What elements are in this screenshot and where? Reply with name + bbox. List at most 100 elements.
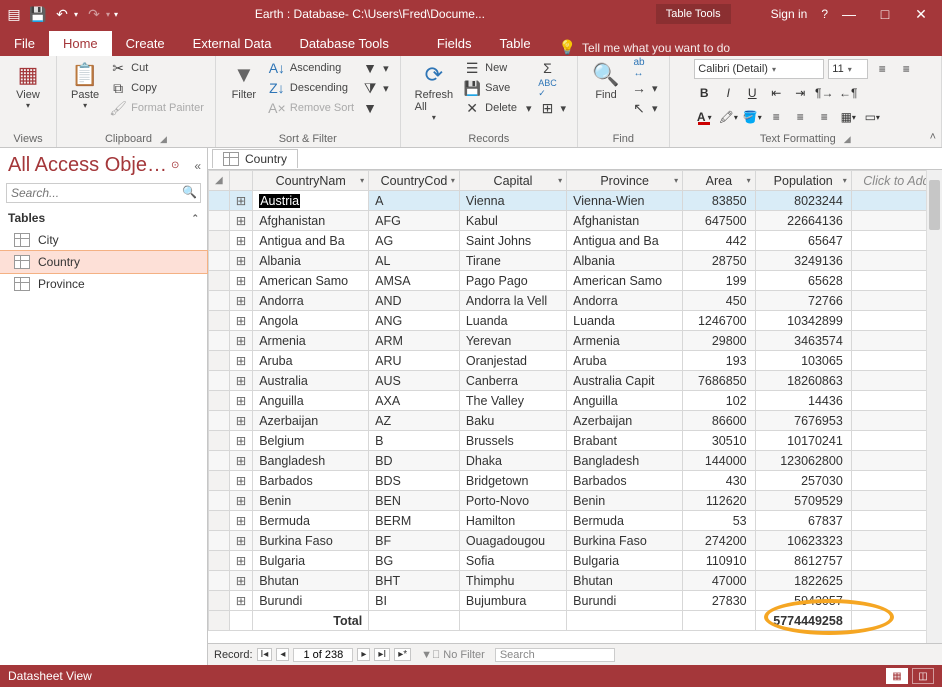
cell[interactable]: AXA bbox=[369, 391, 460, 411]
cell[interactable]: 29800 bbox=[683, 331, 755, 351]
cell[interactable]: Ouagadougou bbox=[459, 531, 566, 551]
row-selector[interactable] bbox=[209, 531, 230, 551]
shutter-bar-icon[interactable]: « bbox=[194, 159, 201, 173]
cell[interactable]: B bbox=[369, 431, 460, 451]
table-row[interactable]: ⊞ArmeniaARMYerevanArmenia298003463574 bbox=[209, 331, 942, 351]
row-selector[interactable] bbox=[209, 451, 230, 471]
column-header[interactable]: CountryCod▾ bbox=[369, 171, 460, 191]
row-selector[interactable] bbox=[209, 411, 230, 431]
decrease-indent-button[interactable]: ⇤ bbox=[766, 83, 786, 103]
nav-item-city[interactable]: City bbox=[0, 229, 207, 251]
last-record-button[interactable]: ▸I bbox=[374, 648, 390, 661]
row-selector[interactable] bbox=[209, 591, 230, 611]
expand-button[interactable]: ⊞ bbox=[229, 431, 252, 451]
cell[interactable]: Belgium bbox=[253, 431, 369, 451]
cell[interactable]: 112620 bbox=[683, 491, 755, 511]
cell[interactable]: Antigua and Ba bbox=[253, 231, 369, 251]
cell[interactable]: Albania bbox=[253, 251, 369, 271]
cell[interactable]: 450 bbox=[683, 291, 755, 311]
tab-table[interactable]: Table bbox=[486, 31, 545, 56]
expand-button[interactable]: ⊞ bbox=[229, 251, 252, 271]
cell[interactable]: Bujumbura bbox=[459, 591, 566, 611]
cell[interactable]: Bermuda bbox=[567, 511, 683, 531]
column-header[interactable]: CountryNam▾ bbox=[253, 171, 369, 191]
gridlines-button[interactable]: ▦▾ bbox=[838, 107, 858, 127]
cell[interactable]: BERM bbox=[369, 511, 460, 531]
expand-button[interactable]: ⊞ bbox=[229, 511, 252, 531]
table-row[interactable]: ⊞Antigua and BaAGSaint JohnsAntigua and … bbox=[209, 231, 942, 251]
column-header[interactable]: Province▾ bbox=[567, 171, 683, 191]
data-grid[interactable]: ◢ CountryNam▾CountryCod▾Capital▾Province▾… bbox=[208, 170, 942, 631]
cell[interactable]: Hamilton bbox=[459, 511, 566, 531]
cell[interactable]: Albania bbox=[567, 251, 683, 271]
copy-button[interactable]: ⧉Copy bbox=[107, 79, 207, 97]
cell[interactable]: Saint Johns bbox=[459, 231, 566, 251]
table-row[interactable]: ⊞AzerbaijanAZBakuAzerbaijan866007676953 bbox=[209, 411, 942, 431]
total-row[interactable]: Total 5774449258 bbox=[209, 611, 942, 631]
expand-button[interactable]: ⊞ bbox=[229, 231, 252, 251]
expand-button[interactable]: ⊞ bbox=[229, 591, 252, 611]
cell[interactable]: 5943057 bbox=[755, 591, 851, 611]
numbering-button[interactable]: ≡ bbox=[896, 59, 916, 79]
table-row[interactable]: ⊞BangladeshBDDhakaBangladesh144000123062… bbox=[209, 451, 942, 471]
select-all-header[interactable]: ◢ bbox=[209, 171, 230, 191]
dialog-launcher-icon[interactable]: ◢ bbox=[160, 134, 167, 145]
table-row[interactable]: ⊞BarbadosBDSBridgetownBarbados430257030 bbox=[209, 471, 942, 491]
datasheet[interactable]: ◢ CountryNam▾CountryCod▾Capital▾Province▾… bbox=[208, 170, 942, 643]
bullets-button[interactable]: ≡ bbox=[872, 59, 892, 79]
cell[interactable]: 83850 bbox=[683, 191, 755, 211]
expand-button[interactable]: ⊞ bbox=[229, 311, 252, 331]
expand-button[interactable]: ⊞ bbox=[229, 191, 252, 211]
dialog-launcher-icon[interactable]: ◢ bbox=[844, 134, 851, 145]
cell[interactable]: Austria bbox=[253, 191, 369, 211]
row-selector[interactable] bbox=[209, 251, 230, 271]
cell[interactable]: 65647 bbox=[755, 231, 851, 251]
collapse-ribbon-icon[interactable]: ˄ bbox=[930, 131, 936, 143]
cell[interactable]: 10623323 bbox=[755, 531, 851, 551]
cell[interactable]: BDS bbox=[369, 471, 460, 491]
cell[interactable]: Andorra bbox=[253, 291, 369, 311]
cell[interactable]: Azerbaijan bbox=[567, 411, 683, 431]
cell[interactable]: Barbados bbox=[253, 471, 369, 491]
row-selector[interactable] bbox=[209, 371, 230, 391]
cell[interactable]: 14436 bbox=[755, 391, 851, 411]
cell[interactable]: Dhaka bbox=[459, 451, 566, 471]
advanced-filter-button[interactable]: ⧩▾ bbox=[359, 79, 392, 97]
cell[interactable]: Tirane bbox=[459, 251, 566, 271]
nav-item-province[interactable]: Province bbox=[0, 273, 207, 295]
tab-external-data[interactable]: External Data bbox=[179, 31, 286, 56]
cell[interactable]: Sofia bbox=[459, 551, 566, 571]
cell[interactable]: BEN bbox=[369, 491, 460, 511]
cell[interactable]: 86600 bbox=[683, 411, 755, 431]
cell[interactable]: 10342899 bbox=[755, 311, 851, 331]
fill-color-button[interactable]: 🪣▾ bbox=[742, 107, 762, 127]
minimize-button[interactable]: ― bbox=[840, 6, 858, 22]
cell[interactable]: Thimphu bbox=[459, 571, 566, 591]
cut-button[interactable]: ✂Cut bbox=[107, 59, 207, 77]
cell[interactable]: 1246700 bbox=[683, 311, 755, 331]
cell[interactable]: Andorra bbox=[567, 291, 683, 311]
column-header[interactable]: Capital▾ bbox=[459, 171, 566, 191]
cell[interactable]: Bhutan bbox=[567, 571, 683, 591]
row-selector[interactable] bbox=[209, 331, 230, 351]
cell[interactable]: Antigua and Ba bbox=[567, 231, 683, 251]
table-row[interactable]: ⊞BurundiBIBujumburaBurundi278305943057 bbox=[209, 591, 942, 611]
bold-button[interactable]: B bbox=[694, 83, 714, 103]
cell[interactable]: 5709529 bbox=[755, 491, 851, 511]
expand-button[interactable]: ⊞ bbox=[229, 491, 252, 511]
nav-group-tables[interactable]: Tables ⌃ bbox=[0, 205, 207, 229]
cell[interactable]: 8023244 bbox=[755, 191, 851, 211]
close-button[interactable]: ✕ bbox=[912, 6, 930, 23]
cell[interactable]: 10170241 bbox=[755, 431, 851, 451]
cell[interactable]: Bulgaria bbox=[567, 551, 683, 571]
cell[interactable]: BG bbox=[369, 551, 460, 571]
prev-record-button[interactable]: ◂ bbox=[276, 648, 289, 661]
table-row[interactable]: ⊞AfghanistanAFGKabulAfghanistan647500226… bbox=[209, 211, 942, 231]
align-left-button[interactable]: ≡ bbox=[766, 107, 786, 127]
ltr-button[interactable]: ¶→ bbox=[814, 83, 834, 103]
qat-customize-drop[interactable]: ▾ bbox=[114, 10, 118, 19]
cell[interactable]: 1822625 bbox=[755, 571, 851, 591]
cell[interactable]: AFG bbox=[369, 211, 460, 231]
expand-button[interactable]: ⊞ bbox=[229, 291, 252, 311]
cell[interactable]: Benin bbox=[253, 491, 369, 511]
